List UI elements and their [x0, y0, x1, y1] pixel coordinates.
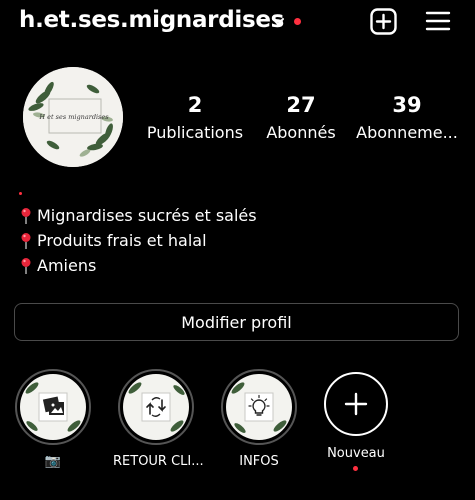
bio-text: Amiens	[37, 256, 97, 275]
highlight-ring	[15, 369, 91, 445]
bio-line: Produits frais et halal	[19, 228, 257, 253]
pin-icon	[21, 257, 31, 274]
notification-dot	[294, 18, 301, 25]
highlight-label: 📷	[44, 454, 62, 469]
pin-icon	[21, 207, 31, 224]
highlight-label: RETOUR CLI...	[113, 454, 204, 469]
bio-line: Mignardises sucrés et salés	[19, 203, 257, 228]
highlight-retour-clients[interactable]: RETOUR CLI...	[113, 369, 204, 470]
stat-abonnements[interactable]: 39 Abonneme...	[352, 92, 462, 144]
pin-icon	[21, 232, 31, 249]
stat-publications[interactable]: 2 Publications	[140, 92, 250, 144]
highlight-label: Nouveau	[327, 446, 385, 461]
highlight-cover	[123, 374, 189, 440]
bio-text: Mignardises sucrés et salés	[37, 206, 257, 225]
highlight-new[interactable]: Nouveau	[313, 372, 399, 462]
new-post-icon[interactable]	[370, 8, 397, 35]
new-highlight-dot	[353, 466, 358, 471]
following-label: Abonneme...	[356, 123, 458, 142]
publications-count: 2	[187, 93, 203, 117]
highlight-ring	[118, 369, 194, 445]
bio-dot	[19, 192, 22, 195]
return-icon	[128, 382, 185, 432]
avatar-image: H et ses mignardises	[23, 67, 123, 167]
profile-username[interactable]: h.et.ses.mignardises	[19, 7, 284, 33]
bio-line: Amiens	[19, 253, 257, 278]
avatar[interactable]: H et ses mignardises	[23, 67, 123, 167]
highlight-photos[interactable]: 📷	[10, 369, 96, 470]
highlight-label: INFOS	[239, 454, 279, 469]
following-count: 39	[392, 93, 422, 117]
stat-abonnes[interactable]: 27 Abonnés	[246, 92, 356, 144]
followers-count: 27	[286, 93, 316, 117]
new-highlight-button[interactable]	[324, 372, 388, 436]
plus-icon	[344, 392, 368, 416]
bio-text: Produits frais et halal	[37, 231, 207, 250]
svg-text:H et ses mignardises: H et ses mignardises	[38, 113, 109, 121]
edit-profile-button[interactable]: Modifier profil	[14, 303, 459, 341]
highlight-ring	[221, 369, 297, 445]
highlight-infos[interactable]: INFOS	[216, 369, 302, 470]
bio: Mignardises sucrés et salés Produits fra…	[19, 203, 257, 278]
lightbulb-icon	[231, 382, 287, 433]
publications-label: Publications	[146, 123, 244, 142]
menu-icon[interactable]	[425, 9, 451, 33]
highlight-cover	[20, 374, 86, 440]
chevron-down-icon[interactable]	[270, 14, 286, 30]
highlight-cover	[226, 374, 292, 440]
photos-icon	[25, 382, 81, 432]
followers-label: Abonnés	[266, 123, 336, 142]
